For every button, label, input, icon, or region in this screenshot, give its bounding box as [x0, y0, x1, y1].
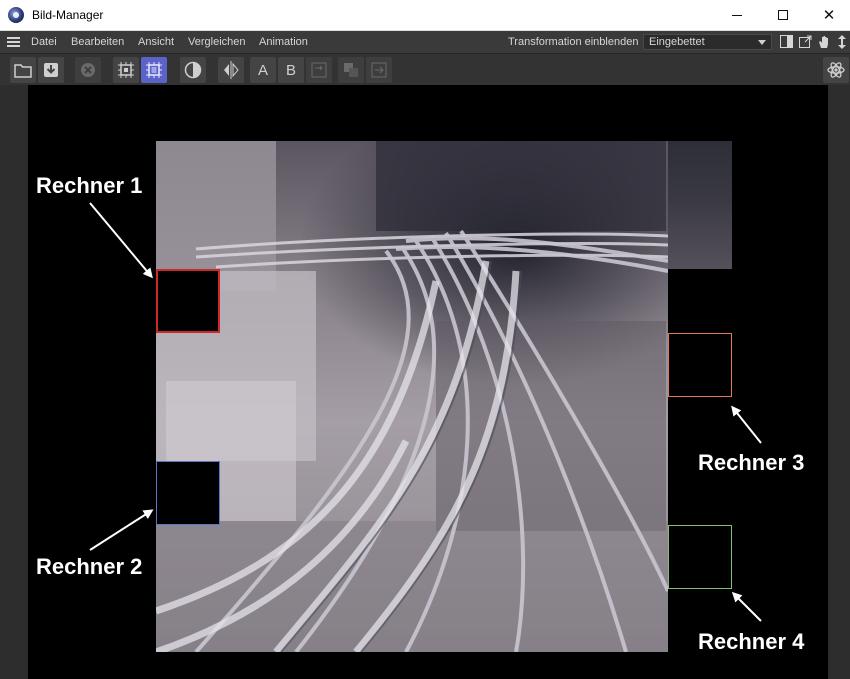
menu-datei[interactable]: Datei — [31, 36, 57, 48]
save-button[interactable] — [38, 57, 64, 83]
menu-bearbeiten[interactable]: Bearbeiten — [71, 36, 124, 48]
render-region-icon — [118, 62, 134, 78]
menu-vergleichen[interactable]: Vergleichen — [188, 36, 246, 48]
swap-button[interactable] — [306, 57, 332, 83]
bucket-tile-rechner1 — [156, 269, 220, 333]
arrow-rechner1 — [89, 202, 153, 279]
transformation-select[interactable]: Eingebettet — [643, 34, 772, 50]
render-region-button[interactable] — [113, 57, 139, 83]
transformation-select-value: Eingebettet — [649, 36, 705, 48]
label-rechner1: Rechner 1 — [36, 173, 143, 198]
label-rechner3: Rechner 3 — [698, 450, 805, 475]
render-active-button[interactable] — [141, 57, 167, 83]
atom-render-icon — [827, 62, 845, 78]
transformation-label: Transformation einblenden — [508, 36, 639, 48]
stop-button[interactable] — [75, 57, 101, 83]
menu-bar: Datei Bearbeiten Ansicht Vergleichen Ani… — [0, 31, 850, 53]
label-rechner2: Rechner 2 — [36, 554, 143, 579]
maximize-icon — [778, 10, 788, 20]
rendered-image — [156, 141, 668, 652]
arrow-rechner4 — [731, 591, 762, 622]
title-bar: Bild-Manager ✕ — [0, 0, 850, 31]
chevron-down-icon — [758, 40, 766, 45]
export-icon — [371, 62, 387, 78]
image-area: Rechner 1 Rechner 2 Rechner 3 Rechner 4 — [0, 85, 850, 679]
export-button[interactable] — [366, 57, 392, 83]
arrow-rechner2 — [89, 509, 154, 551]
slot-a-button[interactable]: A — [250, 57, 276, 83]
compare-ab-icon — [224, 61, 239, 79]
render-active-icon — [146, 62, 162, 78]
stop-icon — [81, 63, 95, 77]
cinema4d-app-icon — [8, 7, 24, 23]
save-download-icon — [44, 63, 58, 77]
slot-a-label: A — [257, 61, 268, 79]
label-rechner4: Rechner 4 — [698, 629, 805, 654]
render-viewport[interactable]: Rechner 1 Rechner 2 Rechner 3 Rechner 4 — [28, 85, 828, 679]
bucket-tile-rechner4 — [668, 525, 732, 589]
bucket-tile-rechner2 — [156, 461, 220, 525]
scroll-arrows-icon[interactable] — [835, 35, 849, 49]
menu-ansicht[interactable]: Ansicht — [138, 36, 174, 48]
rendered-image-corner — [668, 141, 732, 269]
contrast-button[interactable] — [180, 57, 206, 83]
hamburger-menu-icon[interactable] — [7, 37, 20, 47]
toolbar: A B — [0, 53, 850, 85]
minimize-icon — [732, 14, 742, 16]
open-folder-icon — [14, 63, 32, 78]
bucket-tile-rechner3 — [668, 333, 732, 397]
hand-pan-icon[interactable] — [817, 35, 831, 49]
panel-layout-icon[interactable] — [779, 35, 793, 49]
layers-button[interactable] — [338, 57, 364, 83]
slot-b-label: B — [285, 61, 296, 79]
swap-icon — [311, 62, 327, 78]
close-button[interactable]: ✕ — [806, 0, 850, 30]
minimize-button[interactable] — [714, 0, 760, 30]
slot-b-button[interactable]: B — [278, 57, 304, 83]
menu-animation[interactable]: Animation — [259, 36, 308, 48]
layers-icon — [344, 63, 358, 77]
render-settings-button[interactable] — [823, 57, 849, 83]
arrow-rechner3 — [731, 405, 762, 444]
undock-icon[interactable] — [798, 35, 812, 49]
compare-ab-button[interactable] — [218, 57, 244, 83]
window-title: Bild-Manager — [32, 8, 104, 22]
contrast-icon — [184, 61, 202, 79]
open-folder-button[interactable] — [10, 57, 36, 83]
close-icon: ✕ — [822, 7, 836, 24]
maximize-button[interactable] — [760, 0, 806, 30]
